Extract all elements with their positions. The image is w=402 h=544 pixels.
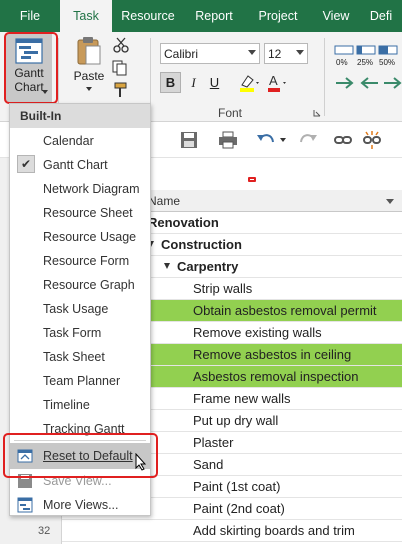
menu-item-resource-form[interactable]: Resource Form: [10, 249, 150, 273]
ribbon-divider: [324, 38, 325, 116]
tab-report[interactable]: Report: [184, 0, 244, 32]
ribbon-tab-bar: File Task Resource Report Project View D…: [0, 0, 402, 32]
menu-item-label: Network Diagram: [43, 182, 140, 196]
paste-button[interactable]: Paste: [70, 34, 108, 102]
menu-item-label: Resource Sheet: [43, 206, 133, 220]
italic-button[interactable]: I: [183, 72, 204, 93]
highlight-color-icon[interactable]: [238, 73, 262, 93]
outdent-icon[interactable]: [382, 76, 402, 90]
tab-file[interactable]: File: [0, 0, 60, 32]
menu-item-label: Resource Form: [43, 254, 130, 268]
chevron-down-icon[interactable]: [386, 199, 394, 204]
cut-icon[interactable]: [113, 37, 129, 53]
menu-item-timeline[interactable]: Timeline: [10, 393, 150, 417]
menu-item-gantt-chart[interactable]: ✔ Gantt Chart: [10, 153, 150, 177]
format-painter-icon[interactable]: [113, 82, 129, 98]
menu-item-task-form[interactable]: Task Form: [10, 321, 150, 345]
menu-item-task-usage[interactable]: Task Usage: [10, 297, 150, 321]
menu-item-more-views[interactable]: More Views...: [10, 493, 150, 517]
menu-item-label: Timeline: [43, 398, 90, 412]
unlink-tasks-icon[interactable]: [362, 130, 382, 150]
task-name: Carpentry: [177, 259, 239, 274]
task-name: Asbestos removal inspection: [193, 369, 359, 384]
percent-complete-25-icon[interactable]: [356, 44, 376, 56]
menu-item-label: Task Usage: [43, 302, 109, 316]
task-name: Put up dry wall: [193, 413, 279, 428]
task-name: Obtain asbestos removal permit: [193, 303, 377, 318]
menu-section-header: Built-In: [10, 104, 150, 128]
menu-item-label: Resource Graph: [43, 278, 135, 292]
font-size-value: 12: [268, 46, 282, 61]
link-tasks-icon[interactable]: [334, 132, 352, 148]
task-name: Remove asbestos in ceiling: [193, 347, 352, 362]
chevron-down-icon: [248, 50, 256, 55]
task-name: Frame new walls: [193, 391, 291, 406]
tab-task[interactable]: Task: [60, 0, 112, 32]
menu-item-calendar[interactable]: Calendar: [10, 129, 150, 153]
task-name: Add skirting boards and trim: [193, 523, 355, 538]
chevron-down-icon[interactable]: [280, 138, 286, 142]
font-color-icon[interactable]: A: [266, 73, 290, 93]
menu-item-label: Task Form: [43, 326, 102, 340]
paste-label: Paste: [73, 69, 105, 83]
bold-button[interactable]: B: [160, 72, 181, 93]
task-name: Paint (1st coat): [193, 479, 281, 494]
menu-item-team-planner[interactable]: Team Planner: [10, 369, 150, 393]
undo-icon[interactable]: [256, 131, 278, 149]
task-name: Remove existing walls: [193, 325, 322, 340]
task-name: Construction: [161, 237, 242, 252]
tab-resource[interactable]: Resource: [112, 0, 184, 32]
pct-25-label: 25%: [357, 58, 374, 67]
task-name: Renovation: [148, 215, 219, 230]
font-group-label: Font: [218, 106, 243, 120]
font-name-combo[interactable]: Calibri: [160, 43, 260, 64]
menu-item-label: Resource Usage: [43, 230, 137, 244]
gantt-chart-highlight-box: [4, 32, 58, 104]
red-marker: [248, 177, 256, 182]
menu-item-resource-usage[interactable]: Resource Usage: [10, 225, 150, 249]
checkmark-icon: ✔: [17, 155, 35, 173]
reset-to-default-highlight-box: [3, 433, 158, 478]
task-name: Strip walls: [193, 281, 253, 296]
menu-item-label: Gantt Chart: [43, 158, 108, 172]
pct-0-label: 0%: [336, 58, 348, 67]
percent-complete-0-icon[interactable]: [334, 44, 354, 56]
task-name: Plaster: [193, 435, 234, 450]
tab-view[interactable]: View: [312, 0, 360, 32]
tab-project[interactable]: Project: [244, 0, 312, 32]
percent-complete-50-icon[interactable]: [378, 44, 398, 56]
tab-format[interactable]: Defi: [360, 0, 402, 32]
copy-icon[interactable]: [112, 60, 130, 76]
chevron-down-icon: [86, 87, 92, 91]
dialog-launcher-icon[interactable]: [313, 109, 321, 117]
collapse-triangle-icon[interactable]: [164, 263, 170, 269]
font-size-combo[interactable]: 12: [264, 43, 308, 64]
more-views-icon: [17, 497, 33, 513]
menu-item-label: Team Planner: [43, 374, 121, 388]
underline-button[interactable]: U: [204, 72, 225, 93]
task-name: Paint (2nd coat): [193, 501, 285, 516]
indent-icon[interactable]: [360, 76, 380, 90]
chevron-down-icon: [296, 50, 304, 55]
menu-item-resource-graph[interactable]: Resource Graph: [10, 273, 150, 297]
menu-item-network-diagram[interactable]: Network Diagram: [10, 177, 150, 201]
menu-item-task-sheet[interactable]: Task Sheet: [10, 345, 150, 369]
save-icon[interactable]: [180, 131, 198, 149]
name-column-header: Name: [148, 194, 181, 208]
mark-on-track-icon[interactable]: [334, 76, 354, 90]
font-name-value: Calibri: [164, 46, 199, 61]
redo-icon[interactable]: [296, 131, 318, 149]
clipboard-icon: [77, 37, 101, 65]
row-number: 32: [38, 525, 51, 537]
table-row[interactable]: Add skirting boards and trim: [62, 520, 402, 542]
menu-item-label: More Views...: [43, 498, 119, 512]
print-icon[interactable]: [218, 131, 238, 149]
menu-item-label: Task Sheet: [43, 350, 105, 364]
pct-50-label: 50%: [379, 58, 396, 67]
menu-item-resource-sheet[interactable]: Resource Sheet: [10, 201, 150, 225]
task-name: Sand: [193, 457, 224, 472]
menu-item-label: Calendar: [43, 134, 94, 148]
svg-text:A: A: [269, 73, 278, 88]
